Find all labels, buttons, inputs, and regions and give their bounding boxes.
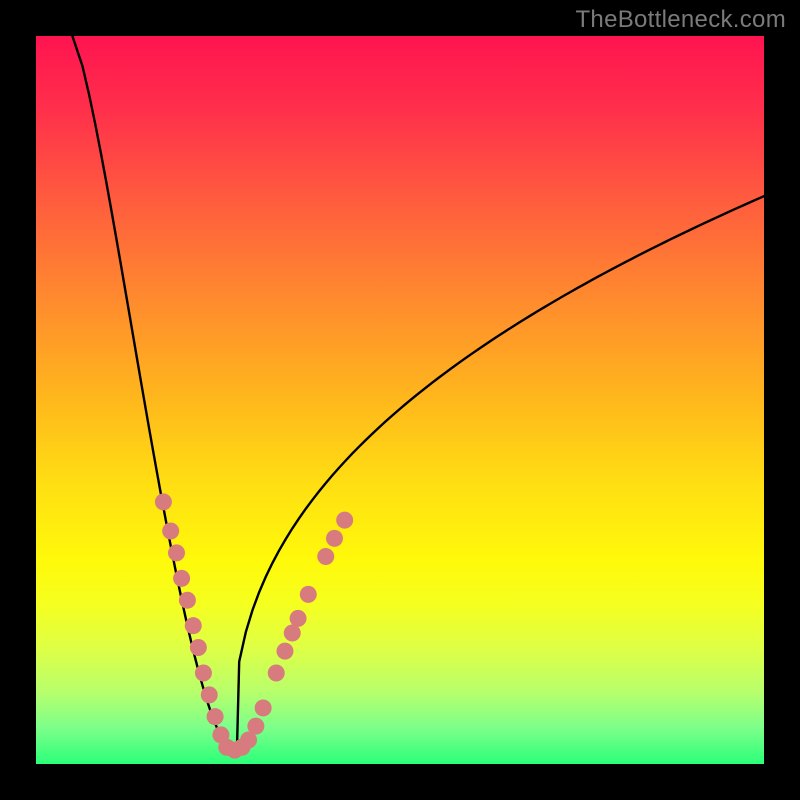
- bottleneck-curve: [72, 36, 764, 750]
- data-marker: [247, 718, 264, 735]
- data-marker: [179, 592, 196, 609]
- data-marker: [207, 708, 224, 725]
- data-marker: [195, 665, 212, 682]
- data-marker: [268, 665, 285, 682]
- data-marker: [300, 586, 317, 603]
- data-marker: [336, 512, 353, 529]
- data-marker: [284, 624, 301, 641]
- data-marker: [317, 548, 334, 565]
- chart-svg: [36, 36, 764, 764]
- data-marker: [290, 610, 307, 627]
- watermark-text: TheBottleneck.com: [575, 6, 786, 34]
- data-marker: [201, 686, 218, 703]
- data-marker: [190, 639, 207, 656]
- data-marker: [276, 643, 293, 660]
- data-markers: [155, 493, 353, 758]
- data-marker: [255, 699, 272, 716]
- data-marker: [185, 617, 202, 634]
- chart-frame: TheBottleneck.com: [0, 0, 800, 800]
- data-marker: [173, 570, 190, 587]
- data-marker: [155, 493, 172, 510]
- plot-area: [36, 36, 764, 764]
- data-marker: [326, 530, 343, 547]
- data-marker: [162, 523, 179, 540]
- data-marker: [168, 544, 185, 561]
